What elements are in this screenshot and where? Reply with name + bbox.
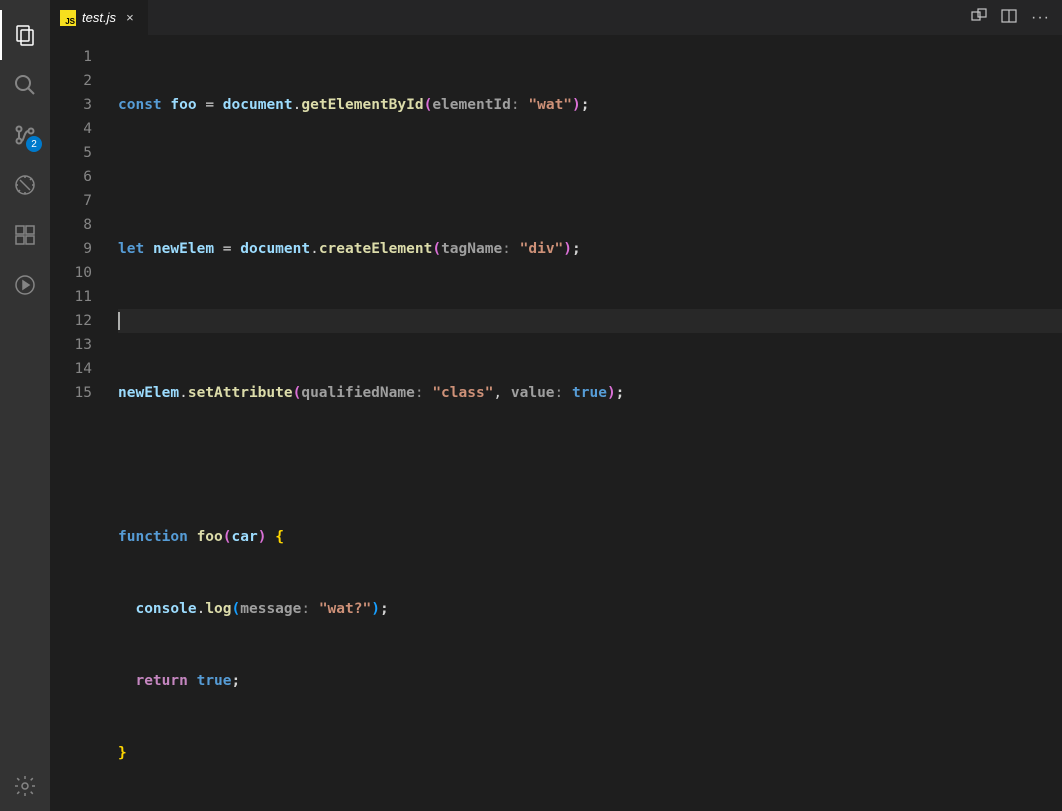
scm-badge: 2 [26, 136, 42, 152]
code-content[interactable]: const foo = document.getElementById(elem… [118, 35, 1062, 811]
code-line [118, 453, 1062, 477]
editor-actions: ··· [971, 0, 1062, 35]
debug-icon[interactable] [0, 160, 50, 210]
editor[interactable]: 123 456 789 101112 131415 const foo = do… [50, 35, 1062, 811]
close-icon[interactable]: × [122, 10, 138, 26]
code-line [118, 309, 1062, 333]
extensions-icon[interactable] [0, 210, 50, 260]
split-editor-icon[interactable] [1001, 8, 1017, 28]
line-number-gutter: 123 456 789 101112 131415 [50, 35, 118, 811]
code-line: newElem.setAttribute(qualifiedName: "cla… [118, 381, 1062, 405]
compare-icon[interactable] [971, 8, 987, 28]
code-line: const foo = document.getElementById(elem… [118, 93, 1062, 117]
code-line: return true; [118, 669, 1062, 693]
js-file-icon: JS [60, 10, 76, 26]
tab-test-js[interactable]: JS test.js × [50, 0, 149, 35]
explorer-icon[interactable] [0, 10, 50, 60]
tab-label: test.js [82, 10, 116, 25]
cursor [118, 312, 120, 330]
activity-bar: 2 [0, 0, 50, 811]
tab-bar: JS test.js × ··· [50, 0, 1062, 35]
code-line: } [118, 741, 1062, 765]
editor-area: JS test.js × ··· 123 456 789 101112 1314… [50, 0, 1062, 811]
live-share-icon[interactable] [0, 260, 50, 310]
source-control-icon[interactable]: 2 [0, 110, 50, 160]
more-actions-icon[interactable]: ··· [1031, 9, 1050, 27]
search-icon[interactable] [0, 60, 50, 110]
code-line [118, 165, 1062, 189]
settings-gear-icon[interactable] [0, 761, 50, 811]
code-line: console.log(message: "wat?"); [118, 597, 1062, 621]
code-line: function foo(car) { [118, 525, 1062, 549]
code-line: let newElem = document.createElement(tag… [118, 237, 1062, 261]
